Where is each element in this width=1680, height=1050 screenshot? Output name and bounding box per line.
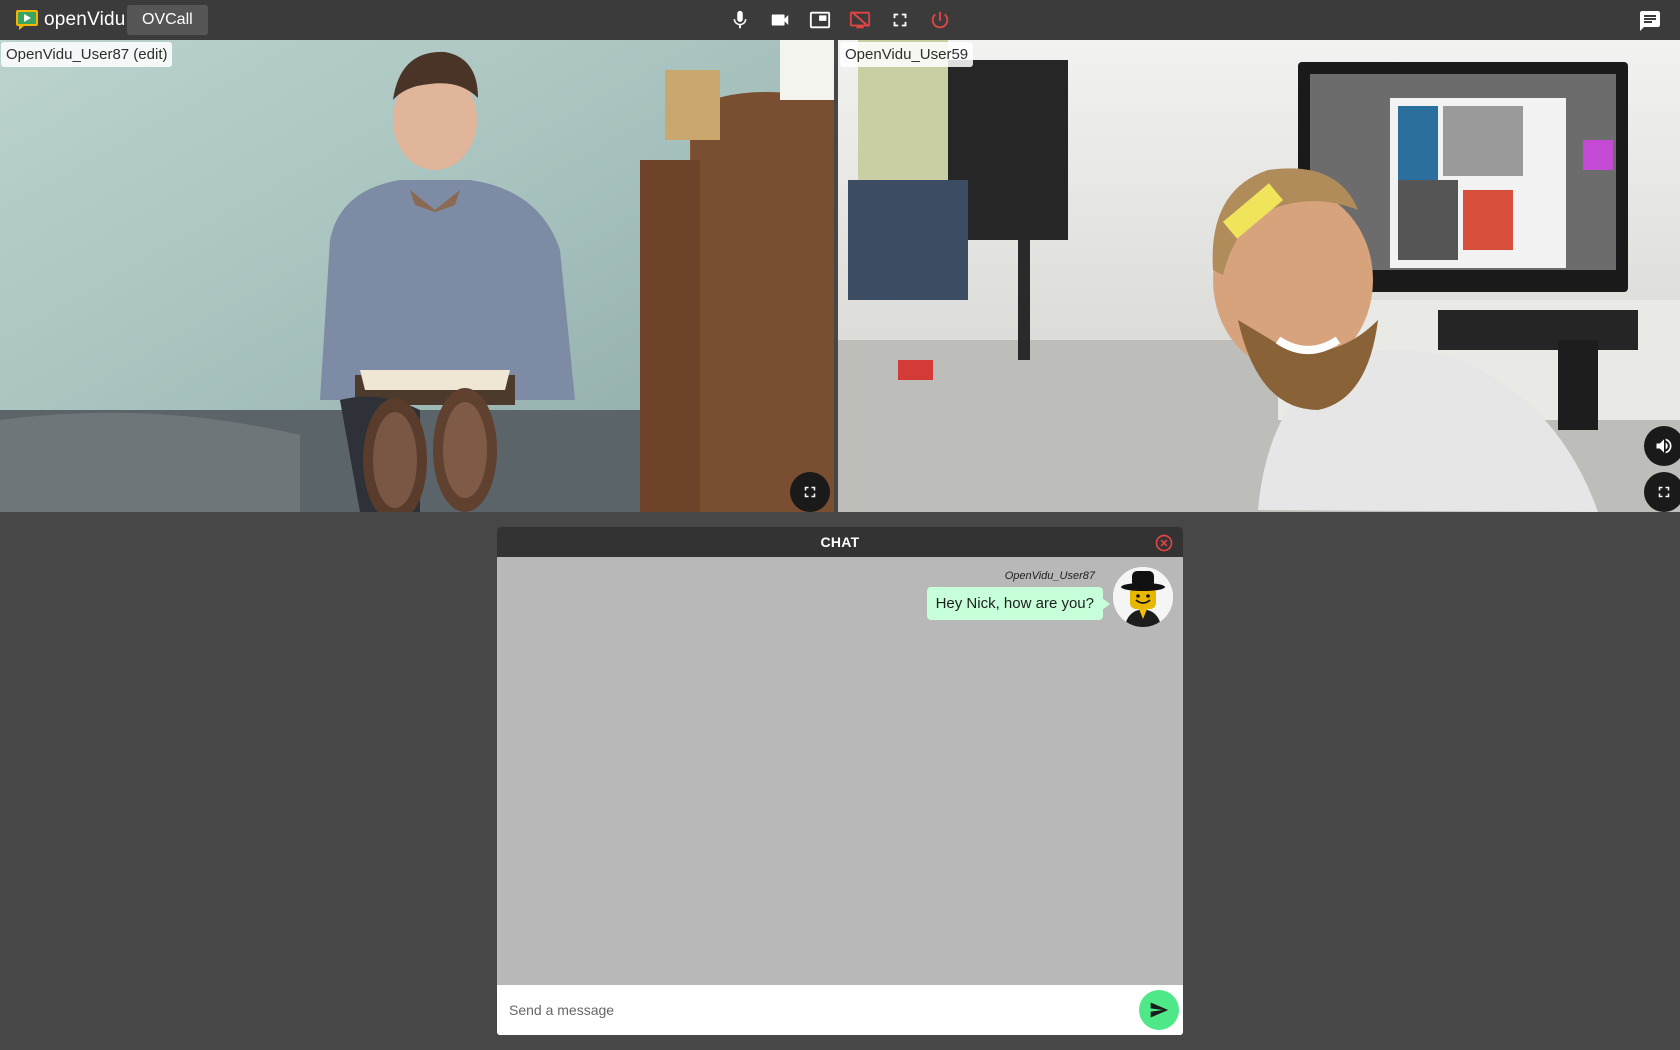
openvidu-logo: openVidu (16, 8, 126, 32)
remote-nickname: OpenVidu_User59 (840, 42, 974, 67)
close-circle-icon (1155, 534, 1173, 552)
camera-button[interactable] (760, 0, 800, 40)
avatar-icon (1113, 567, 1173, 627)
message: OpenVidu_User87 Hey Nick, how are you? (926, 567, 1173, 627)
screen-share-off-icon (849, 10, 871, 29)
message-text: Hey Nick, how are you? (926, 587, 1111, 620)
message-author: OpenVidu_User87 (1004, 570, 1095, 582)
power-icon (931, 11, 949, 29)
local-video-feed (0, 40, 834, 512)
fullscreen-button[interactable] (880, 0, 920, 40)
toolbar-buttons (720, 0, 960, 40)
chat-header: CHAT (497, 527, 1183, 557)
local-nickname[interactable]: OpenVidu_User87 (edit) (1, 42, 173, 67)
remote-volume-button[interactable] (1644, 426, 1680, 466)
message-list: OpenVidu_User87 Hey Nick, how are you? (497, 557, 1183, 985)
volume-up-icon (1656, 438, 1672, 454)
screen-share-button[interactable] (800, 0, 840, 40)
message-body: OpenVidu_User87 Hey Nick, how are you? (926, 567, 1111, 620)
leave-session-button[interactable] (920, 0, 960, 40)
mic-button[interactable] (720, 0, 760, 40)
videocam-icon (771, 14, 789, 26)
chat-panel: CHAT OpenVidu_User87 Hey Nick, how are y… (497, 527, 1183, 1035)
fullscreen-icon (893, 13, 907, 27)
chat-icon (1640, 11, 1660, 31)
avatar (1113, 567, 1173, 627)
openvidu-logo-icon (16, 10, 38, 30)
chat-title: CHAT (820, 534, 860, 550)
local-video-tile: OpenVidu_User87 (edit) (0, 40, 834, 512)
mic-icon (733, 10, 747, 29)
picture-in-picture-icon (809, 11, 831, 29)
send-button[interactable] (1139, 990, 1179, 1030)
toolbar: openVidu OVCall (0, 0, 1680, 40)
fullscreen-icon (1658, 486, 1670, 498)
remote-fullscreen-button[interactable] (1644, 472, 1680, 512)
remote-video-feed (838, 40, 1680, 512)
chat-close-button[interactable] (1154, 533, 1174, 553)
send-icon (1150, 1002, 1169, 1018)
fullscreen-icon (804, 486, 816, 498)
chat-toggle-button[interactable] (1638, 9, 1662, 33)
local-fullscreen-button[interactable] (790, 472, 830, 512)
message-input[interactable] (509, 995, 1139, 1025)
stop-screen-share-button[interactable] (840, 0, 880, 40)
logo-text: openVidu (44, 9, 126, 30)
session-name: OVCall (127, 5, 208, 35)
message-input-row (497, 985, 1183, 1035)
remote-video-tile: OpenVidu_User59 (838, 40, 1680, 512)
